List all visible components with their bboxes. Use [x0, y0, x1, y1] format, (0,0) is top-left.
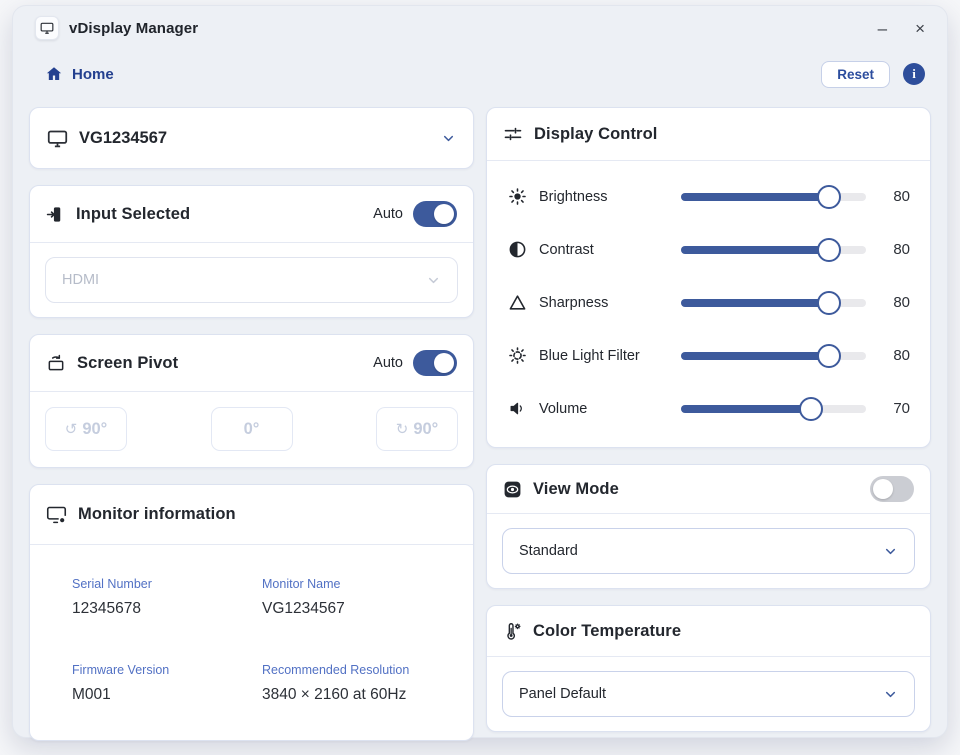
left-column: VG1234567 Input Selected Auto [29, 107, 474, 741]
chevron-down-icon [441, 131, 456, 146]
blue-light-filter-icon [507, 346, 527, 365]
pivot-auto-label: Auto [373, 355, 403, 371]
home-icon [45, 65, 63, 83]
color-temperature-title: Color Temperature [533, 622, 681, 641]
chevron-down-icon [883, 687, 898, 702]
view-mode-icon [503, 480, 522, 499]
app-title: vDisplay Manager [69, 20, 198, 37]
volume-slider[interactable] [681, 397, 866, 421]
slider-thumb[interactable] [817, 344, 841, 368]
contrast-label: Contrast [539, 242, 681, 258]
monitor-selector-value: VG1234567 [79, 129, 167, 148]
screen-pivot-title: Screen Pivot [77, 354, 178, 373]
pivot-auto-toggle[interactable] [413, 350, 457, 376]
home-label: Home [72, 66, 114, 83]
chevron-down-icon [883, 544, 898, 559]
info-field-recommended-resolution: Recommended Resolution 3840 × 2160 at 60… [262, 663, 453, 704]
toolbar: Home Reset i [13, 52, 947, 96]
app-window: vDisplay Manager – × Home Reset i [12, 5, 948, 738]
slider-thumb[interactable] [817, 291, 841, 315]
reset-button[interactable]: Reset [821, 61, 890, 88]
view-mode-card: View Mode Standard [486, 464, 931, 589]
brightness-icon [507, 187, 527, 206]
sharpness-slider[interactable] [681, 291, 866, 315]
info-field-label: Recommended Resolution [262, 663, 453, 677]
close-button[interactable]: × [915, 20, 925, 37]
contrast-value: 80 [876, 241, 910, 258]
display-control-card: Display Control Brightness [486, 107, 931, 448]
title-bar: vDisplay Manager – × [13, 6, 947, 50]
input-source-icon [46, 205, 65, 224]
contrast-row: Contrast 80 [507, 223, 910, 276]
app-logo-monitor-icon [35, 16, 59, 40]
monitor-info-grid: Serial Number 12345678 Monitor Name VG12… [30, 545, 473, 740]
view-mode-title: View Mode [533, 480, 619, 499]
color-temperature-value: Panel Default [519, 686, 606, 702]
monitor-information-card: Monitor information Serial Number 123456… [29, 484, 474, 741]
minimize-button[interactable]: – [878, 20, 887, 37]
view-mode-toggle[interactable] [870, 476, 914, 502]
brightness-label: Brightness [539, 189, 681, 205]
sharpness-label: Sharpness [539, 295, 681, 311]
info-field-serial-number: Serial Number 12345678 [72, 577, 262, 618]
input-auto-toggle[interactable] [413, 201, 457, 227]
input-selected-title: Input Selected [76, 205, 190, 224]
view-mode-select[interactable]: Standard [502, 528, 915, 574]
monitor-info-icon [46, 504, 67, 525]
display-control-title: Display Control [534, 125, 657, 144]
screen-pivot-card: Screen Pivot Auto ↺ 90° 0° ↻ [29, 334, 474, 468]
info-field-label: Monitor Name [262, 577, 453, 591]
volume-row: Volume 70 [507, 382, 910, 435]
sharpness-row: Sharpness 80 [507, 276, 910, 329]
info-field-value: 3840 × 2160 at 60Hz [262, 686, 453, 704]
color-temperature-select[interactable]: Panel Default [502, 671, 915, 717]
chevron-down-icon [426, 273, 441, 288]
monitor-information-title: Monitor information [78, 505, 236, 524]
input-selected-card: Input Selected Auto HDMI [29, 185, 474, 318]
sharpness-value: 80 [876, 294, 910, 311]
info-icon[interactable]: i [903, 63, 925, 85]
info-field-label: Firmware Version [72, 663, 262, 677]
main-content: VG1234567 Input Selected Auto [13, 96, 947, 741]
rotate-cw-90-button[interactable]: ↻ 90° [376, 407, 458, 451]
blue-light-filter-label: Blue Light Filter [539, 348, 681, 364]
color-temperature-icon [503, 622, 522, 641]
screen-pivot-icon [46, 353, 66, 373]
slider-thumb[interactable] [817, 185, 841, 209]
rotate-ccw-90-button[interactable]: ↺ 90° [45, 407, 127, 451]
info-field-value: 12345678 [72, 600, 262, 618]
slider-thumb[interactable] [817, 238, 841, 262]
view-mode-value: Standard [519, 543, 578, 559]
rotate-cw-icon: ↻ [396, 420, 409, 438]
rotate-0-button[interactable]: 0° [211, 407, 293, 451]
volume-label: Volume [539, 401, 681, 417]
monitor-selector[interactable]: VG1234567 [29, 107, 474, 169]
color-temperature-card: Color Temperature Panel Default [486, 605, 931, 732]
brightness-slider[interactable] [681, 185, 866, 209]
blue-light-filter-slider[interactable] [681, 344, 866, 368]
volume-value: 70 [876, 400, 910, 417]
sliders-icon [503, 124, 523, 144]
info-field-firmware-version: Firmware Version M001 [72, 663, 262, 704]
contrast-icon [507, 240, 527, 259]
info-field-value: VG1234567 [262, 600, 453, 618]
brightness-row: Brightness 80 [507, 170, 910, 223]
input-source-select[interactable]: HDMI [45, 257, 458, 303]
info-field-value: M001 [72, 686, 262, 704]
info-field-label: Serial Number [72, 577, 262, 591]
info-field-monitor-name: Monitor Name VG1234567 [262, 577, 453, 618]
monitor-icon [47, 128, 68, 149]
input-auto-label: Auto [373, 206, 403, 222]
volume-icon [507, 399, 527, 418]
slider-thumb[interactable] [799, 397, 823, 421]
contrast-slider[interactable] [681, 238, 866, 262]
rotate-ccw-icon: ↺ [65, 420, 78, 438]
sharpness-icon [507, 293, 527, 312]
home-nav[interactable]: Home [45, 65, 114, 83]
right-column: Display Control Brightness [486, 107, 931, 741]
brightness-value: 80 [876, 188, 910, 205]
blue-light-filter-value: 80 [876, 347, 910, 364]
blue-light-filter-row: Blue Light Filter 80 [507, 329, 910, 382]
input-source-value: HDMI [62, 272, 99, 288]
